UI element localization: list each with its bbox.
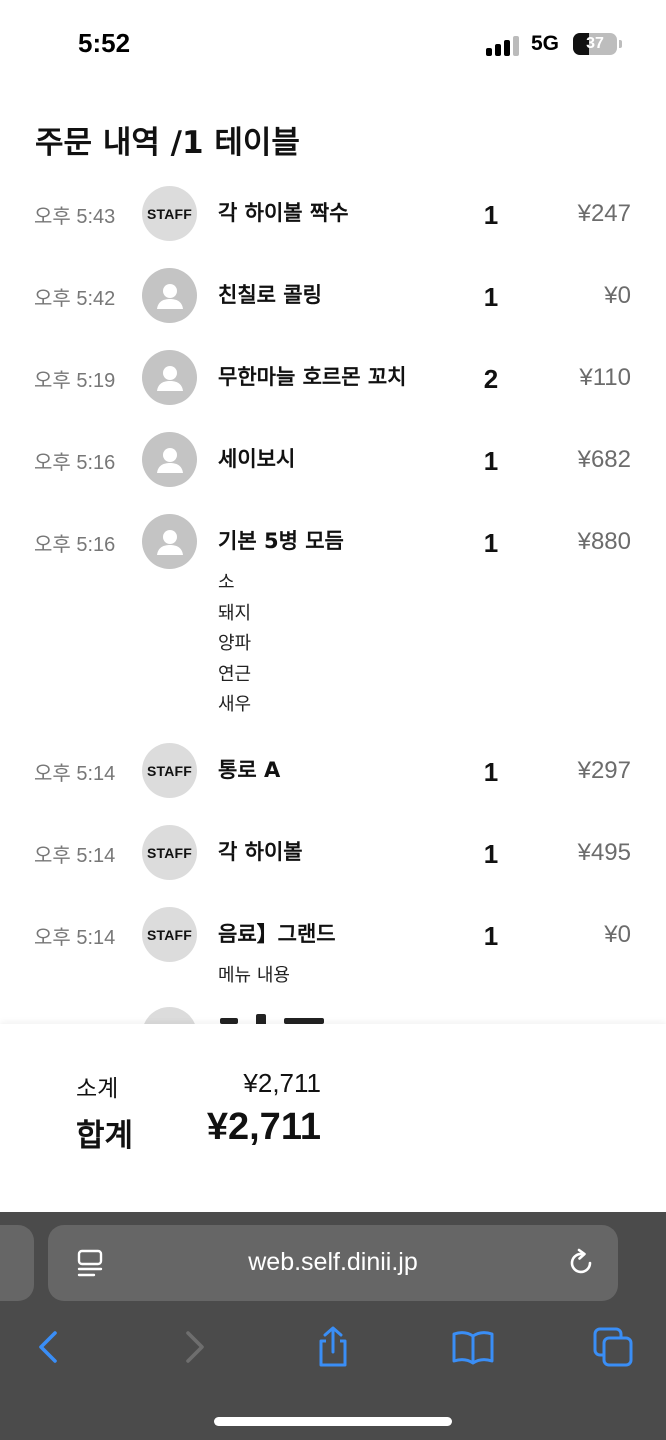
item-price: ¥495 [577,839,631,866]
order-time: 오후 5:43 [34,206,116,228]
order-list[interactable]: 오후 5:43 STAFF 각 하이볼 짝수 1 ¥247 오후 5:42 친칠로 콜링 1 ¥… [0,180,666,1025]
item-name: 무한마늘 호르몬 꼬치 [218,365,407,389]
user-icon [156,365,183,391]
browser-toolbar: web.self.dinii.jp [0,1212,666,1440]
item-price: ¥110 [579,364,631,391]
item-name: 각 하이볼 [218,840,303,864]
back-chevron-icon [39,1331,57,1363]
item-price: ¥880 [577,528,631,555]
staff-label: STAFF [146,205,193,222]
item-price: ¥297 [577,757,631,784]
page-title: 주문 내역 /1 테이블 [35,125,300,161]
item-quantity: 1 [483,528,499,558]
subtotal-label: 소계 [76,1076,119,1102]
staff-label: STAFF [146,844,193,861]
totals-panel: 소계 ¥2,711 합계 ¥2,711 [0,1024,666,1212]
item-price: ¥0 [604,921,631,948]
order-time: 오후 5:14 [34,845,116,867]
item-options: 메뉴 내용 [218,961,290,992]
battery-percent: 37 [586,35,604,52]
total-label: 합계 [76,1118,134,1154]
staff-label: STAFF [146,762,193,779]
item-name: 친칠로 콜링 [218,283,322,307]
item-quantity: 1 [483,282,499,312]
user-avatar [142,432,197,487]
item-name: 기본 5병 모듬 [218,529,344,553]
status-time: 5:52 [78,28,131,58]
status-bar: 5:52 5G 37 [0,0,666,90]
bookmarks-button[interactable] [443,1317,503,1377]
item-option: 양파 [218,633,252,654]
share-icon [319,1326,347,1367]
order-time: 오후 5:42 [34,288,116,310]
item-price: ¥0 [604,282,631,309]
order-time: 오후 5:19 [34,370,116,392]
tabs-button[interactable] [583,1317,643,1377]
back-button[interactable] [19,1317,79,1377]
item-price: ¥682 [577,446,631,473]
address-bar[interactable]: web.self.dinii.jp [48,1225,618,1301]
forward-chevron-icon [186,1331,204,1363]
network-type: 5G [531,32,560,55]
user-icon [156,447,183,473]
user-icon [156,529,183,555]
url-text[interactable]: web.self.dinii.jp [48,1248,618,1277]
home-indicator [214,1417,452,1426]
user-icon [156,283,183,309]
order-time: 오후 5:16 [34,534,116,556]
tabs-icon [593,1327,633,1367]
staff-avatar: STAFF [142,743,197,798]
cellular-signal-icon [486,36,522,56]
order-time: 오후 5:16 [34,452,116,474]
item-name: 각 하이볼 짝수 [218,201,349,225]
staff-avatar: STAFF [142,825,197,880]
item-quantity: 1 [483,757,499,787]
order-time: 오후 5:14 [34,763,116,785]
staff-avatar: STAFF [142,186,197,241]
share-button[interactable] [303,1317,363,1377]
item-quantity: 1 [483,921,499,951]
staff-label: STAFF [146,926,193,943]
item-option: 연근 [218,663,252,685]
previous-tab-preview[interactable] [0,1225,34,1301]
total-value: ¥2,711 [206,1106,321,1148]
item-options: 소돼지양파연근새우 [218,568,251,721]
user-avatar [142,350,197,405]
staff-avatar: STAFF [142,907,197,962]
user-avatar [142,268,197,323]
item-name: 세이보시 [218,447,296,471]
battery-icon: 37 [573,33,617,55]
user-avatar [142,514,197,569]
battery-tip [619,40,622,48]
item-quantity: 1 [483,200,499,230]
item-name: 음료】그랜드 [218,922,336,946]
reload-icon[interactable] [566,1248,596,1278]
avatar [142,1007,197,1025]
item-name: 통로 A [218,758,281,782]
item-option: 새우 [218,694,252,715]
bookmarks-icon [452,1331,494,1365]
item-quantity: 1 [483,839,499,869]
item-option: 소 [218,572,235,593]
subtotal-value: ¥2,711 [243,1068,321,1098]
item-option: 돼지 [218,602,252,624]
order-time: 오후 5:14 [34,927,116,949]
item-option: 메뉴 내용 [218,965,290,986]
item-quantity: 1 [483,446,499,476]
forward-button[interactable] [164,1317,224,1377]
item-price: ¥247 [577,200,631,227]
item-quantity: 2 [483,364,499,394]
